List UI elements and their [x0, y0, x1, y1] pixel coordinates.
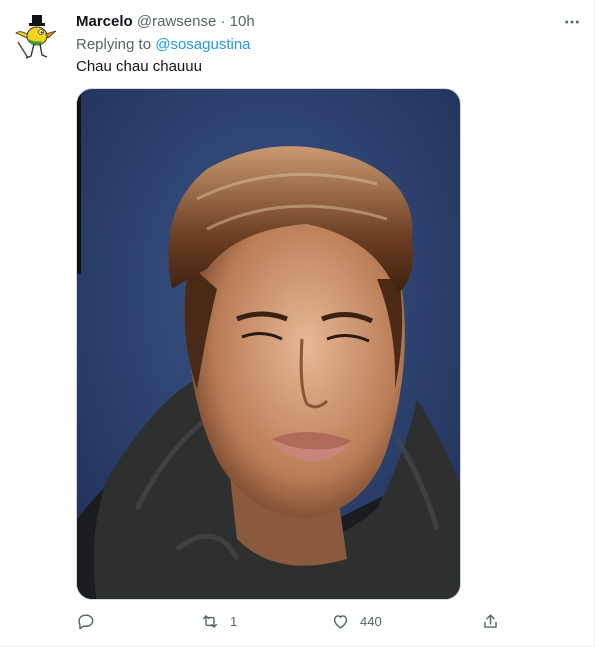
- tweet-card: Marcelo @rawsense · 10h Replying to @sos…: [0, 0, 595, 647]
- tweet-media-image[interactable]: [76, 88, 461, 600]
- tweet-header: Marcelo @rawsense · 10h: [76, 12, 255, 32]
- more-options-button[interactable]: [560, 12, 584, 32]
- retweet-icon: [200, 612, 220, 631]
- heart-icon: [331, 612, 350, 631]
- reply-button[interactable]: [76, 610, 95, 632]
- portrait-photo: [77, 89, 460, 599]
- replying-to-line: Replying to @sosagustina: [76, 35, 251, 55]
- like-count: 440: [360, 613, 382, 629]
- replying-prefix: Replying to: [76, 36, 152, 53]
- like-button[interactable]: 440: [331, 610, 382, 632]
- share-button[interactable]: [481, 610, 500, 632]
- author-handle[interactable]: @rawsense: [137, 13, 216, 30]
- author-name[interactable]: Marcelo: [76, 13, 133, 30]
- retweet-count: 1: [230, 613, 238, 629]
- retweet-button[interactable]: 1: [200, 610, 237, 632]
- replying-to-link[interactable]: @sosagustina: [155, 36, 250, 53]
- separator-dot: ·: [220, 13, 226, 30]
- timestamp[interactable]: 10h: [230, 13, 255, 30]
- more-dots-icon: [565, 20, 579, 24]
- share-icon: [481, 612, 500, 631]
- cartoon-bird-avatar-icon: [12, 12, 60, 60]
- action-bar: 1 440: [76, 610, 506, 632]
- reply-icon: [76, 612, 95, 631]
- tweet-text: Chau chau chauuu: [76, 58, 202, 75]
- avatar[interactable]: [12, 12, 60, 60]
